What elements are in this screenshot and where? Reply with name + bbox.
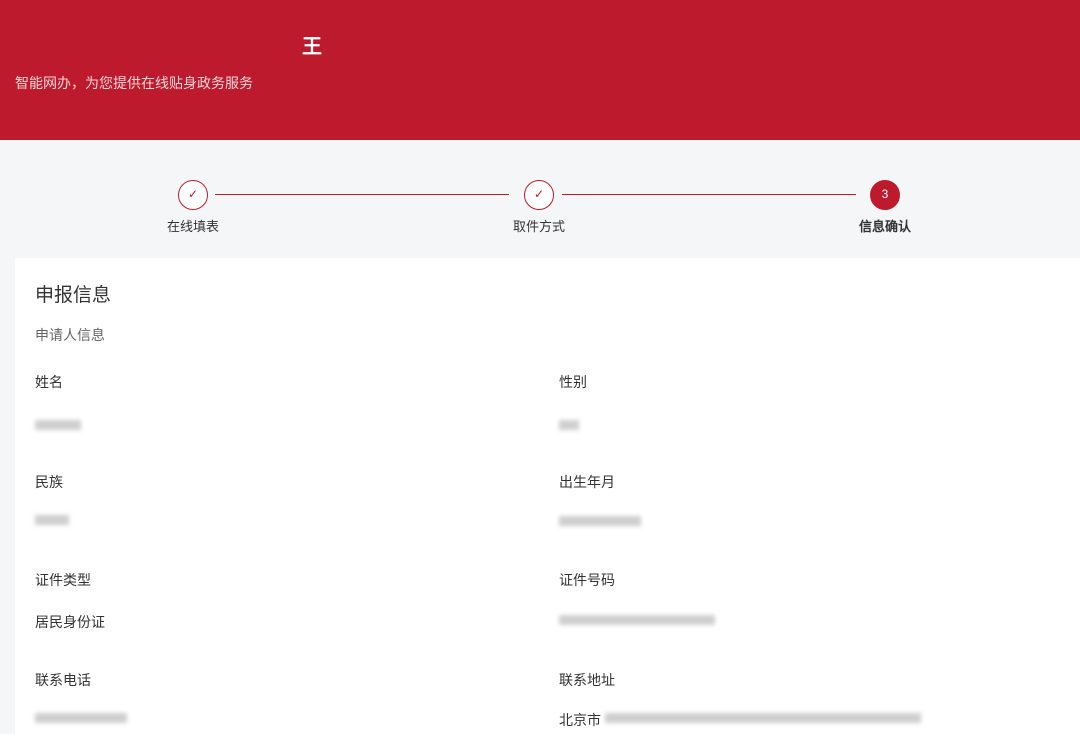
field-label-birth: 出生年月 bbox=[559, 472, 615, 492]
step-number: 3 bbox=[870, 180, 900, 210]
redacted-ethnicity bbox=[35, 515, 69, 525]
step-pickup-method: ✓ 取件方式 bbox=[479, 180, 599, 235]
check-icon: ✓ bbox=[178, 180, 208, 210]
progress-steps: ✓ 在线填表 ✓ 取件方式 3 信息确认 bbox=[0, 140, 1080, 258]
check-icon: ✓ bbox=[524, 180, 554, 210]
field-value-id-type: 居民身份证 bbox=[35, 612, 105, 632]
field-label-id-type: 证件类型 bbox=[35, 570, 91, 590]
field-label-gender: 性别 bbox=[559, 372, 587, 392]
field-label-id-number: 证件号码 bbox=[559, 570, 615, 590]
card-title: 申报信息 bbox=[35, 280, 111, 307]
application-info-card: 申报信息 申请人信息 姓名 性别 民族 出生年月 证件类型 居民身份证 证件号码… bbox=[15, 258, 1080, 734]
redacted-address bbox=[605, 713, 921, 723]
field-label-phone: 联系电话 bbox=[35, 670, 91, 690]
redacted-birth bbox=[559, 516, 641, 526]
redacted-gender bbox=[559, 420, 579, 430]
step-label: 取件方式 bbox=[479, 216, 599, 235]
redacted-id-number bbox=[559, 615, 715, 625]
header-subtitle: 智能网办，为您提供在线贴身政务服务 bbox=[15, 73, 253, 93]
step-connector bbox=[562, 194, 856, 195]
section-title: 申请人信息 bbox=[35, 325, 105, 345]
redacted-name bbox=[35, 420, 81, 430]
field-label-ethnicity: 民族 bbox=[35, 472, 63, 492]
step-fill-form: ✓ 在线填表 bbox=[133, 180, 253, 235]
field-label-address: 联系地址 bbox=[559, 670, 615, 690]
step-label: 信息确认 bbox=[825, 216, 945, 235]
field-label-name: 姓名 bbox=[35, 372, 63, 392]
redacted-phone bbox=[35, 713, 127, 723]
header-banner: 王 智能网办，为您提供在线贴身政务服务 bbox=[0, 0, 1080, 140]
field-value-address: 北京市 bbox=[559, 710, 601, 730]
page-title-fragment: 王 bbox=[302, 30, 322, 59]
step-label: 在线填表 bbox=[133, 216, 253, 235]
step-confirm-info: 3 信息确认 bbox=[825, 180, 945, 235]
step-connector bbox=[215, 194, 509, 195]
